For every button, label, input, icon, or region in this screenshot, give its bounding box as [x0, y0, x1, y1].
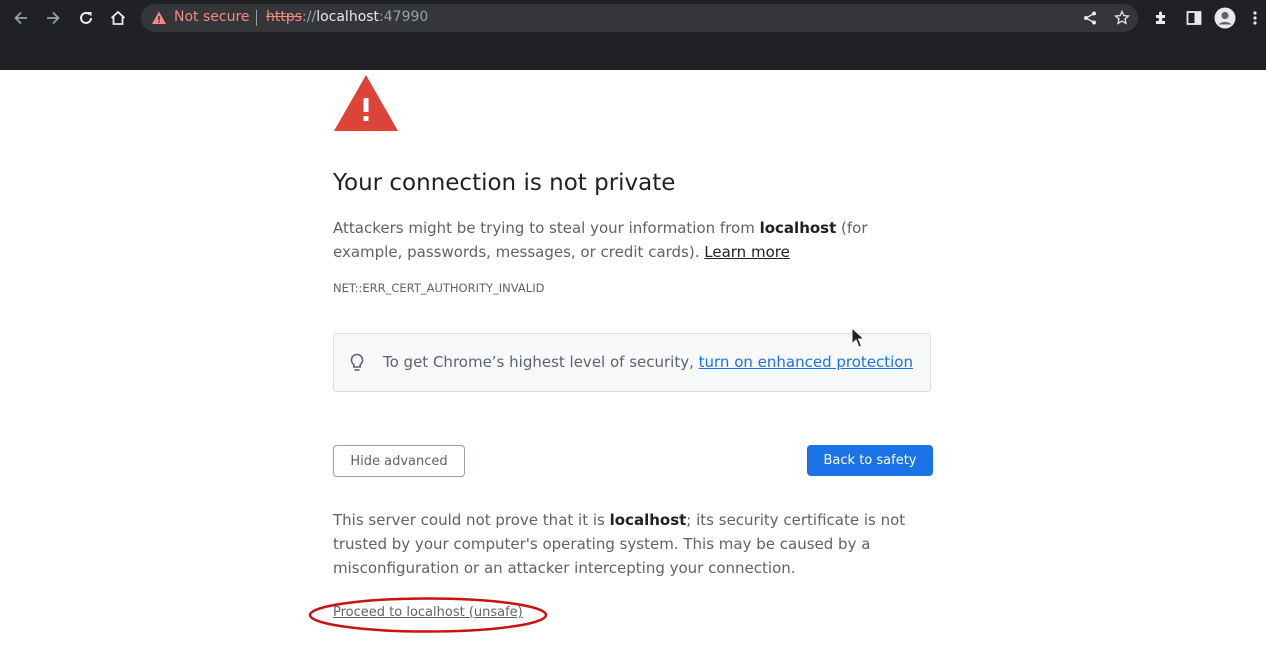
warning-icon[interactable] — [151, 10, 167, 26]
bookmarks-bar — [0, 36, 1266, 70]
details-part1: This server could not prove that it is — [333, 511, 610, 529]
back-icon[interactable] — [10, 7, 32, 29]
protection-text: To get Chrome’s highest level of securit… — [383, 353, 913, 371]
omnibox[interactable]: Not secure https://localhost:47990 — [141, 4, 1138, 32]
security-status-label[interactable]: Not secure — [174, 9, 250, 25]
page-title: Your connection is not private — [333, 170, 676, 196]
intro-text: Attackers might be trying to steal your … — [333, 216, 893, 264]
hide-advanced-button[interactable]: Hide advanced — [333, 445, 465, 477]
extensions-icon[interactable] — [1151, 7, 1173, 29]
url-text[interactable]: https://localhost:47990 — [266, 9, 428, 25]
danger-triangle-icon — [334, 75, 398, 131]
share-icon[interactable] — [1080, 8, 1100, 28]
url-separator: :// — [302, 9, 317, 25]
error-code: NET::ERR_CERT_AUTHORITY_INVALID — [333, 281, 545, 295]
back-to-safety-button[interactable]: Back to safety — [807, 445, 933, 476]
mouse-cursor-icon — [851, 327, 865, 348]
protection-prefix: To get Chrome’s highest level of securit… — [383, 353, 699, 371]
side-panel-icon[interactable] — [1183, 7, 1205, 29]
profile-icon[interactable] — [1214, 7, 1236, 29]
forward-icon[interactable] — [42, 7, 64, 29]
star-icon[interactable] — [1112, 8, 1132, 28]
details-host: localhost — [609, 511, 687, 529]
reload-icon[interactable] — [75, 7, 97, 29]
browser-toolbar: Not secure https://localhost:47990 — [0, 0, 1266, 36]
details-text: This server could not prove that it is l… — [333, 508, 923, 580]
learn-more-link[interactable]: Learn more — [704, 243, 790, 261]
enhanced-protection-box: To get Chrome’s highest level of securit… — [333, 333, 931, 392]
enhanced-protection-link[interactable]: turn on enhanced protection — [699, 353, 913, 371]
url-scheme: https — [266, 9, 303, 25]
lightbulb-icon — [350, 353, 364, 371]
highlight-ellipse — [308, 597, 548, 633]
intro-part1: Attackers might be trying to steal your … — [333, 219, 760, 237]
intro-host: localhost — [759, 219, 837, 237]
menu-icon[interactable] — [1244, 7, 1266, 29]
url-host: localhost — [316, 9, 380, 25]
url-port: :47990 — [379, 9, 429, 25]
omnibox-divider — [256, 10, 257, 26]
home-icon[interactable] — [107, 7, 129, 29]
